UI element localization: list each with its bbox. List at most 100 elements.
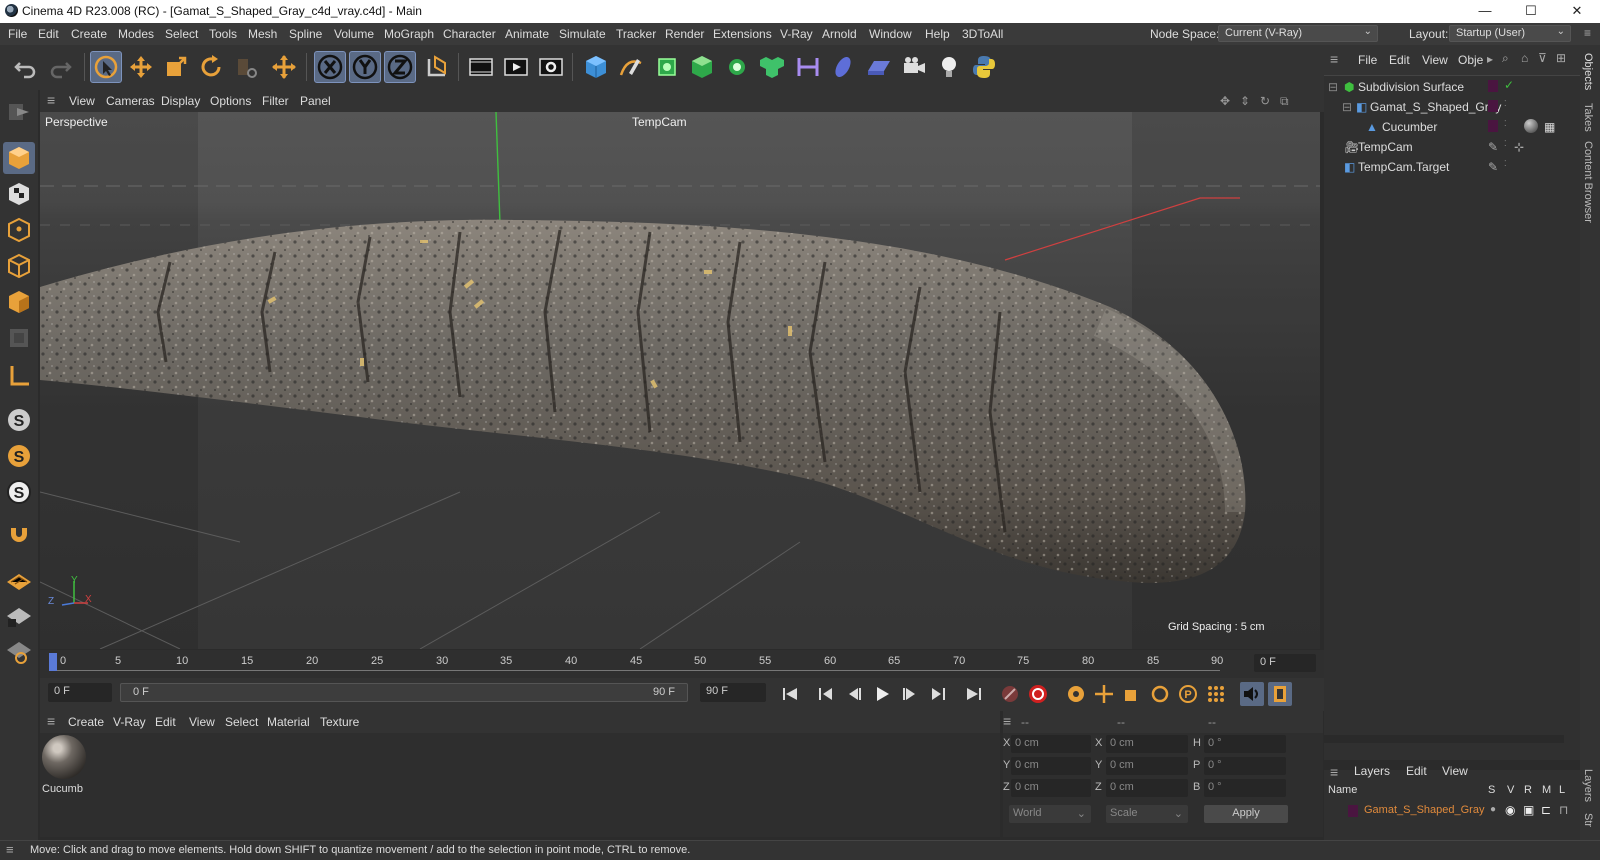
- previous-frame-icon[interactable]: [842, 682, 866, 706]
- subdivision-surface-icon[interactable]: [651, 51, 683, 83]
- material-preview-swatch[interactable]: [42, 735, 86, 779]
- apply-button[interactable]: Apply: [1204, 805, 1288, 823]
- point-mode-icon[interactable]: [3, 214, 35, 246]
- rotation-key-icon[interactable]: [1148, 682, 1172, 706]
- menu-modes[interactable]: Modes: [118, 27, 154, 41]
- visibility-dots-icon[interactable]: ⁚: [1504, 159, 1507, 168]
- position-key-icon[interactable]: [1092, 682, 1116, 706]
- home-icon[interactable]: ⌂: [1521, 51, 1528, 65]
- y-axis-lock-icon[interactable]: [349, 51, 381, 83]
- menu-arnold[interactable]: Arnold: [822, 27, 857, 41]
- camera-icon[interactable]: [898, 51, 930, 83]
- menu-help[interactable]: Help: [925, 27, 950, 41]
- locked-workplane-icon[interactable]: [3, 600, 35, 632]
- move-snap-icon[interactable]: [268, 51, 300, 83]
- record-keys-icon[interactable]: [998, 682, 1022, 706]
- snap-settings-icon[interactable]: S: [3, 440, 35, 472]
- layers-header-render[interactable]: R: [1524, 784, 1532, 796]
- object-menu-edit[interactable]: Edit: [1389, 53, 1410, 67]
- object-menu-file[interactable]: File: [1358, 53, 1377, 67]
- undo-button[interactable]: [10, 51, 42, 83]
- scale-key-icon[interactable]: [1120, 682, 1144, 706]
- keyframe-selection-icon[interactable]: [1064, 682, 1088, 706]
- layer-solo-toggle-icon[interactable]: ●: [1490, 804, 1496, 815]
- render-settings-icon[interactable]: [535, 51, 567, 83]
- rotation-p-field[interactable]: 0 °: [1204, 757, 1286, 775]
- enabled-check-icon[interactable]: ✓: [1504, 78, 1514, 92]
- playhead[interactable]: [49, 653, 57, 671]
- viewport-menu-panel[interactable]: Panel: [300, 94, 331, 108]
- layers-menu-edit[interactable]: Edit: [1406, 764, 1427, 778]
- visibility-dots-icon[interactable]: ⁚: [1504, 139, 1507, 148]
- go-to-end-icon[interactable]: [962, 682, 986, 706]
- recent-tool-icon[interactable]: [230, 51, 262, 83]
- viewport-hamburger-icon[interactable]: ≡: [47, 92, 55, 108]
- x-axis-lock-icon[interactable]: [314, 51, 346, 83]
- quantize-icon[interactable]: S: [3, 476, 35, 508]
- sound-icon[interactable]: [1240, 682, 1264, 706]
- rotation-b-field[interactable]: 0 °: [1204, 779, 1286, 797]
- rotation-h-field[interactable]: 0 °: [1204, 735, 1286, 753]
- tab-content-browser[interactable]: Content Browser: [1582, 141, 1594, 223]
- texture-mode-icon[interactable]: [3, 178, 35, 210]
- layout-dropdown[interactable]: Startup (User) ⌄: [1449, 25, 1571, 42]
- menu-create[interactable]: Create: [71, 27, 107, 41]
- edit-pencil-icon[interactable]: ✎: [1488, 140, 1498, 154]
- search-icon[interactable]: ⌕: [1502, 51, 1509, 66]
- start-frame-field[interactable]: 0 F: [48, 683, 112, 702]
- tab-objects[interactable]: Objects: [1582, 53, 1594, 90]
- menu-render[interactable]: Render: [665, 27, 704, 41]
- next-key-icon[interactable]: [926, 682, 950, 706]
- viewport-menu-display[interactable]: Display: [161, 94, 200, 108]
- tab-takes[interactable]: Takes: [1582, 103, 1594, 132]
- object-manager-hscrollbar[interactable]: [1324, 735, 1564, 743]
- object-row-gamat[interactable]: ⊟ ◧ Gamat_S_Shaped_Gray ⁚: [1326, 97, 1576, 117]
- material-menu-select[interactable]: Select: [225, 715, 258, 729]
- object-hamburger-icon[interactable]: ≡: [1330, 51, 1338, 67]
- object-row-subdivision-surface[interactable]: ⊟ ⬢ Subdivision Surface ✓: [1326, 77, 1576, 97]
- layers-menu-view[interactable]: View: [1442, 764, 1468, 778]
- tree-collapse-icon[interactable]: ⊟: [1342, 100, 1352, 114]
- layer-manager-icon[interactable]: ⊏: [1541, 803, 1551, 817]
- deformer-icon[interactable]: [792, 51, 824, 83]
- menu-tracker[interactable]: Tracker: [616, 27, 656, 41]
- axis-mode-icon[interactable]: [3, 360, 35, 392]
- floor-icon[interactable]: [863, 51, 895, 83]
- tab-structure[interactable]: Str: [1582, 813, 1594, 827]
- size-z-field[interactable]: 0 cm: [1106, 779, 1188, 797]
- menu-file[interactable]: File: [8, 27, 27, 41]
- frame-range-slider[interactable]: 0 F 90 F: [120, 683, 688, 702]
- position-y-field[interactable]: 0 cm: [1011, 757, 1091, 775]
- end-frame-field[interactable]: 90 F: [700, 683, 766, 702]
- redo-button[interactable]: [44, 51, 76, 83]
- viewport-menu-view[interactable]: View: [69, 94, 95, 108]
- menu-window[interactable]: Window: [869, 27, 912, 41]
- menu-3dtoall[interactable]: 3DToAll: [962, 27, 1003, 41]
- viewport-menu-filter[interactable]: Filter: [262, 94, 289, 108]
- cloner-icon[interactable]: [721, 51, 753, 83]
- target-tag-icon[interactable]: ⊹: [1514, 140, 1524, 154]
- magnet-icon[interactable]: [3, 520, 35, 552]
- scale-tool-icon[interactable]: [160, 51, 192, 83]
- extrude-icon[interactable]: [686, 51, 718, 83]
- viewport-pan-icon[interactable]: ✥: [1220, 94, 1230, 108]
- menu-mograph[interactable]: MoGraph: [384, 27, 434, 41]
- material-menu-view[interactable]: View: [189, 715, 215, 729]
- node-space-dropdown[interactable]: Current (V-Ray) ⌄: [1218, 25, 1378, 42]
- polygon-mode-icon[interactable]: [3, 286, 35, 318]
- layers-header-view[interactable]: V: [1507, 784, 1514, 796]
- material-menu-vray[interactable]: V-Ray: [113, 715, 146, 729]
- object-row-tempcam-target[interactable]: ◧ TempCam.Target ✎ ⁚: [1326, 157, 1576, 177]
- render-view-icon[interactable]: [465, 51, 497, 83]
- menu-spline[interactable]: Spline: [289, 27, 322, 41]
- coord-mode-dropdown[interactable]: Scale ⌄: [1106, 805, 1188, 823]
- tree-collapse-icon[interactable]: ⊟: [1328, 80, 1338, 94]
- size-y-field[interactable]: 0 cm: [1106, 757, 1188, 775]
- python-icon[interactable]: [968, 51, 1000, 83]
- timeline-ruler[interactable]: 0 5 10 15 20 25 30 35 40 45 50 55 60 65 …: [40, 650, 1324, 678]
- material-menu-material[interactable]: Material: [267, 715, 310, 729]
- tab-layers[interactable]: Layers: [1582, 769, 1594, 802]
- material-tag-icon[interactable]: [1524, 119, 1538, 133]
- next-frame-icon[interactable]: [898, 682, 922, 706]
- layers-header-name[interactable]: Name: [1328, 784, 1357, 796]
